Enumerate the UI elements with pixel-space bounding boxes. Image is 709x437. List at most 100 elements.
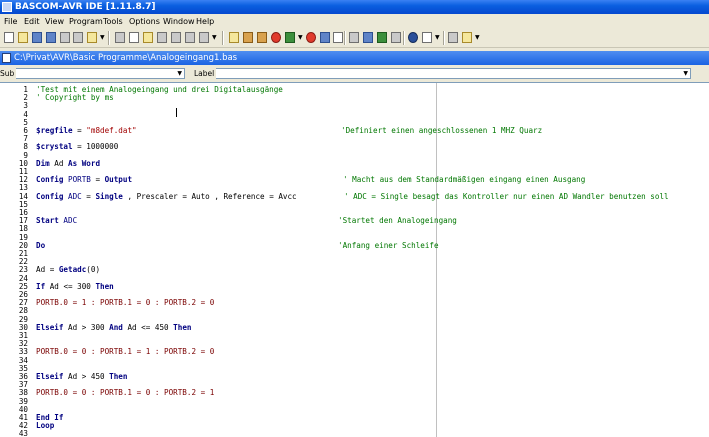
menu-options[interactable]: Options [129, 14, 160, 29]
code-line[interactable]: 17 Start ADC 'Startet den Analogeingang [0, 216, 709, 226]
title-bar: BASCOM-AVR IDE [1.11.8.7] [0, 0, 709, 14]
code-line[interactable]: 21 [0, 249, 709, 258]
info-icon[interactable] [408, 32, 418, 43]
code-line[interactable]: 27 PORTB.0 = 1 : PORTB.1 = 0 : PORTB.2 = … [0, 298, 709, 307]
code-line[interactable]: 28 [0, 307, 709, 315]
document-path: C:\Privat\AVR\Basic Programme\Analogeing… [14, 53, 238, 63]
save-icon[interactable] [32, 32, 42, 43]
menu-window[interactable]: Window [163, 14, 195, 29]
code-line[interactable]: 20 Do 'Anfang einer Schleife [0, 241, 709, 250]
code-line[interactable]: 18 [0, 225, 709, 233]
code-token: (0) [86, 265, 101, 275]
menu-program[interactable]: Program [69, 14, 103, 29]
comment-block-icon[interactable] [391, 32, 401, 43]
unindent-icon[interactable] [377, 32, 387, 43]
code-line[interactable]: 8 $crystal = 1000000 [0, 143, 709, 151]
syntax-check-icon[interactable] [229, 32, 239, 43]
sub-dropdown[interactable]: Sub ▼ [0, 67, 185, 81]
code-line[interactable]: 39 [0, 397, 709, 406]
code-line[interactable]: 6 $regfile = "m8def.dat" 'Definiert einen … [0, 126, 709, 135]
chip-programmer-icon[interactable] [285, 32, 295, 43]
label-dropdown[interactable]: Label ▼ [194, 67, 691, 81]
report-icon[interactable] [257, 32, 267, 43]
help-icon[interactable] [422, 32, 432, 43]
paste-icon[interactable] [143, 32, 153, 43]
code-line[interactable]: 31 [0, 331, 709, 340]
code-line[interactable]: 42 Loop [0, 421, 709, 431]
code-text: PORTB.0 = 1 : PORTB.1 = 0 : PORTB.2 = 0 [36, 299, 214, 307]
code-line[interactable]: 34 [0, 356, 709, 365]
open-folder-icon[interactable] [18, 32, 28, 43]
code-line[interactable]: 14 Config ADC = Single , Prescaler = Auto… [0, 191, 709, 201]
print-icon[interactable] [73, 32, 83, 43]
code-token: Single [95, 191, 123, 201]
code-token: Ad [49, 158, 69, 168]
menu-view[interactable]: View [45, 14, 64, 29]
simulate-icon[interactable] [271, 32, 281, 43]
code-line[interactable]: 12 Config PORTB = Output ' Macht aus dem S… [0, 175, 709, 185]
chevron-down-icon[interactable]: ▼ [100, 35, 105, 41]
program-icon[interactable] [87, 32, 97, 43]
code-line[interactable]: 2 ' Copyright by ms [0, 93, 709, 102]
code-line[interactable]: 15 [0, 200, 709, 209]
code-line[interactable]: 22 [0, 257, 709, 266]
code-token: Elseif [36, 322, 64, 332]
stop-icon[interactable] [306, 32, 316, 43]
code-line[interactable]: 36 Elseif Ad > 450 Then [0, 372, 709, 381]
code-text: PORTB.0 = 0 : PORTB.1 = 1 : PORTB.2 = 0 [36, 348, 214, 356]
undo-icon[interactable] [157, 32, 167, 43]
compile-icon[interactable] [243, 32, 253, 43]
app-icon [2, 2, 12, 12]
chevron-down-icon[interactable]: ▼ [683, 67, 688, 81]
code-token: Ad = [36, 265, 59, 275]
code-token: PORTB [63, 175, 91, 185]
menu-tools[interactable]: Tools [103, 14, 123, 29]
code-line[interactable]: 41 End If [0, 413, 709, 422]
cut-icon[interactable] [115, 32, 125, 43]
checkmark-icon[interactable] [333, 32, 343, 43]
terminal-icon[interactable] [320, 32, 330, 43]
code-line[interactable]: 38 PORTB.0 = 0 : PORTB.1 = 0 : PORTB.2 = … [0, 389, 709, 397]
code-line[interactable]: 9 [0, 151, 709, 160]
zoom-icon[interactable] [448, 32, 458, 43]
code-line[interactable]: 43 [0, 430, 709, 437]
chevron-down-icon[interactable]: ▼ [212, 35, 217, 41]
indent-icon[interactable] [363, 32, 373, 43]
menu-edit[interactable]: Edit [24, 14, 40, 29]
pdf-icon[interactable] [462, 32, 472, 43]
print-preview-icon[interactable] [60, 32, 70, 43]
save-all-icon[interactable] [46, 32, 56, 43]
code-line[interactable]: 33 PORTB.0 = 0 : PORTB.1 = 1 : PORTB.2 = … [0, 348, 709, 356]
find-next-icon[interactable] [199, 32, 209, 43]
new-file-icon[interactable] [4, 32, 14, 43]
code-token: Config [36, 175, 64, 185]
code-line[interactable]: 10 Dim Ad As Word [0, 158, 709, 168]
code-token: Loop [36, 421, 55, 431]
redo-icon[interactable] [171, 32, 181, 43]
label-label: Label [194, 67, 217, 81]
code-editor[interactable]: 1 'Test mit einem Analogeingang und drei … [0, 82, 709, 437]
code-line[interactable]: 30 Elseif Ad > 300 And Ad <= 450 Then [0, 322, 709, 332]
menu-help[interactable]: Help [196, 14, 214, 29]
chevron-down-icon[interactable]: ▼ [298, 35, 303, 41]
toolbar-separator [443, 31, 445, 45]
code-text: Elseif Ad > 450 Then [36, 372, 127, 381]
code-line[interactable]: 23 Ad = Getadc(0) [0, 266, 709, 274]
chevron-down-icon[interactable]: ▼ [475, 35, 480, 41]
code-token: If [36, 281, 46, 291]
code-token: Ad <= 300 [45, 281, 96, 291]
menu-file[interactable]: File [4, 14, 17, 29]
chevron-down-icon[interactable]: ▼ [177, 67, 182, 81]
code-line[interactable]: 25 If Ad <= 300 Then [0, 281, 709, 291]
chevron-down-icon[interactable]: ▼ [435, 35, 440, 41]
bookmark-icon[interactable] [349, 32, 359, 43]
find-icon[interactable] [185, 32, 195, 43]
code-line[interactable]: 3 [0, 102, 709, 110]
inline-comment: ' ADC = Single besagt das Kontroller nur… [344, 191, 669, 201]
copy-icon[interactable] [129, 32, 139, 43]
code-token: Start [36, 216, 59, 226]
code-line[interactable]: 4 [0, 110, 709, 119]
code-line[interactable]: 40 [0, 405, 709, 414]
code-token: Output [104, 175, 133, 185]
toolbar-separator [222, 31, 224, 45]
